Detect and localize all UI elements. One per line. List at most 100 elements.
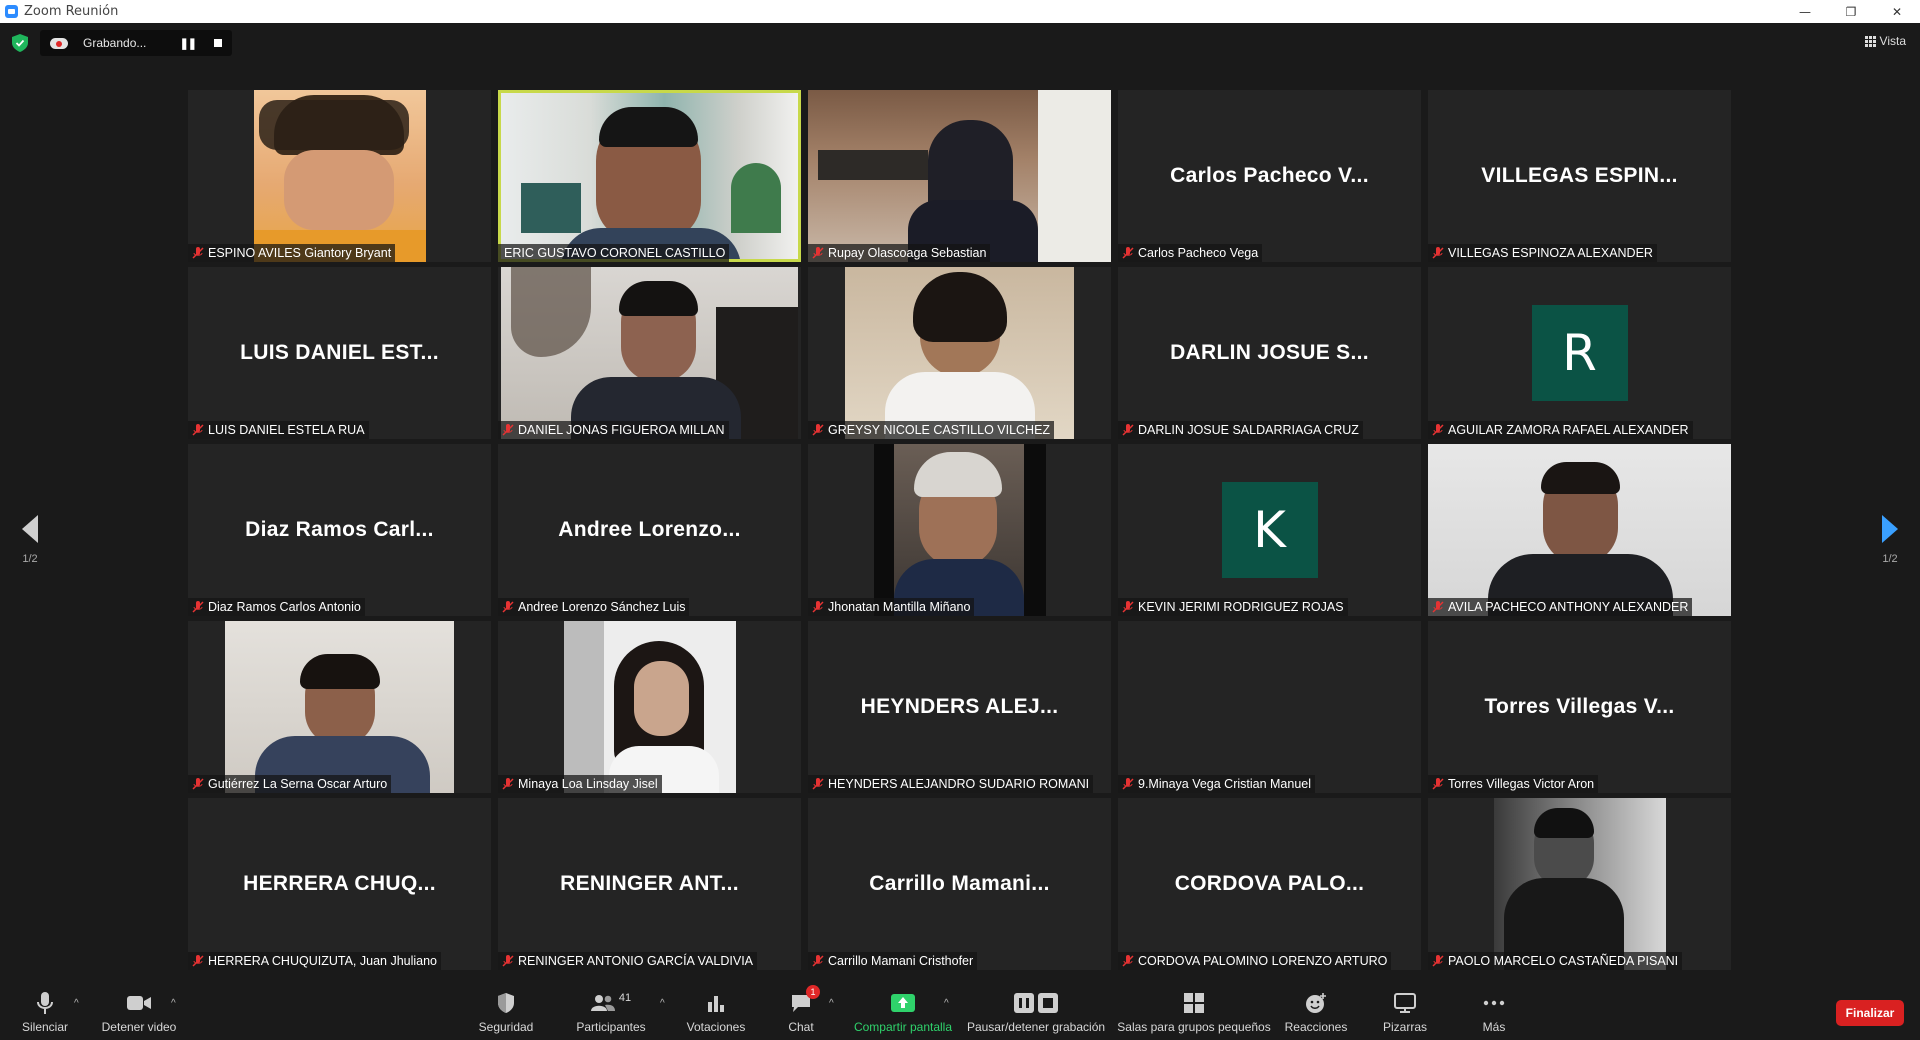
previous-page-button[interactable]: 1/2 [15, 515, 45, 565]
audio-options-caret-icon[interactable]: ^ [74, 998, 79, 1009]
participant-tile[interactable]: VILLEGAS ESPIN... VILLEGAS ESPINOZA ALEX… [1428, 90, 1731, 262]
participant-tile[interactable]: Rupay Olascoaga Sebastian [808, 90, 1111, 262]
participant-tile[interactable]: 9.Minaya Vega Cristian Manuel [1118, 621, 1421, 793]
participant-name: DANIEL JONAS FIGUEROA MILLAN [518, 423, 725, 437]
participant-video [501, 267, 798, 439]
share-screen-arrow-icon [891, 990, 915, 1016]
meeting-topbar: Grabando... ❚❚ Vista [0, 23, 1920, 63]
share-screen-button[interactable]: Compartir pantalla [851, 978, 955, 1040]
muted-mic-icon [191, 954, 205, 968]
stop-recording-icon[interactable] [214, 39, 222, 47]
participant-tile[interactable]: ESPINO AVILES Giantory Bryant [188, 90, 491, 262]
participant-name: Carlos Pacheco Vega [1138, 246, 1259, 260]
reactions-label: Reacciones [1284, 1020, 1348, 1034]
next-page-button[interactable]: 1/2 [1875, 515, 1905, 565]
encryption-shield-icon[interactable] [12, 34, 28, 52]
muted-mic-icon [1121, 954, 1135, 968]
window-title: Zoom Reunión [24, 4, 119, 19]
whiteboards-button[interactable]: Pizarras [1378, 978, 1432, 1040]
participant-tile[interactable]: Carlos Pacheco V... Carlos Pacheco Vega [1118, 90, 1421, 262]
microphone-icon [36, 990, 54, 1016]
participant-tile[interactable]: Torres Villegas V... Torres Villegas Vic… [1428, 621, 1731, 793]
participant-tile[interactable]: CORDOVA PALO... CORDOVA PALOMINO LORENZO… [1118, 798, 1421, 970]
polls-bar-chart-icon [706, 990, 726, 1016]
participants-button[interactable]: 41 Participantes [574, 978, 648, 1040]
polls-button[interactable]: Votaciones [686, 978, 746, 1040]
participant-tile[interactable]: Andree Lorenzo... Andree Lorenzo Sánchez… [498, 444, 801, 616]
participant-name: ESPINO AVILES Giantory Bryant [208, 246, 392, 260]
minimize-button[interactable]: — [1782, 0, 1828, 23]
participant-tile[interactable]: HEYNDERS ALEJ... HEYNDERS ALEJANDRO SUDA… [808, 621, 1111, 793]
participant-tile[interactable]: Carrillo Mamani... Carrillo Mamani Crist… [808, 798, 1111, 970]
participant-tile[interactable]: HERRERA CHUQ... HERRERA CHUQUIZUTA, Juan… [188, 798, 491, 970]
participant-tile[interactable]: AVILA PACHECO ANTHONY ALEXANDER [1428, 444, 1731, 616]
participant-display-name: HERRERA CHUQ... [243, 872, 436, 895]
participant-display-name: Andree Lorenzo... [558, 518, 741, 541]
muted-mic-icon [501, 954, 515, 968]
security-label: Seguridad [478, 1020, 534, 1034]
close-button[interactable]: ✕ [1874, 0, 1920, 23]
pause-stop-recording-button[interactable]: Pausar/detener grabación [966, 978, 1106, 1040]
participant-tile[interactable]: RENINGER ANT... RENINGER ANTONIO GARCÍA … [498, 798, 801, 970]
stop-video-button[interactable]: Detener video [100, 978, 178, 1040]
participant-video [564, 621, 736, 793]
end-meeting-button[interactable]: Finalizar [1836, 1000, 1904, 1026]
reactions-button[interactable]: Reacciones [1284, 978, 1348, 1040]
mute-button[interactable]: Silenciar [22, 978, 68, 1040]
participant-video [254, 90, 426, 262]
chat-bubble-icon: 1 [790, 985, 820, 1016]
participant-display-name: DARLIN JOSUE S... [1170, 341, 1369, 364]
muted-mic-icon [1121, 777, 1135, 791]
video-options-caret-icon[interactable]: ^ [171, 998, 176, 1009]
participant-tile[interactable]: DANIEL JONAS FIGUEROA MILLAN [498, 267, 801, 439]
muted-mic-icon [501, 777, 515, 791]
participant-tile[interactable]: Jhonatan Mantilla Miñano [808, 444, 1111, 616]
more-button[interactable]: Más [1476, 978, 1512, 1040]
participant-tile[interactable]: R AGUILAR ZAMORA RAFAEL ALEXANDER [1428, 267, 1731, 439]
arrow-left-icon [22, 515, 38, 543]
page-indicator-left: 1/2 [22, 553, 38, 565]
arrow-right-icon [1882, 515, 1898, 543]
window-titlebar: Zoom Reunión — ❐ ✕ [0, 0, 1920, 23]
participant-video [808, 90, 1111, 262]
participant-tile[interactable]: Minaya Loa Linsday Jisel [498, 621, 801, 793]
mute-label: Silenciar [21, 1020, 69, 1034]
chat-label: Chat [788, 1020, 814, 1034]
muted-mic-icon [1431, 246, 1445, 260]
muted-mic-icon [811, 777, 825, 791]
meeting-controls-toolbar: Silenciar ^ Detener video ^ Seguridad 41… [0, 978, 1920, 1040]
chat-button[interactable]: 1 Chat [781, 978, 821, 1040]
polls-label: Votaciones [686, 1020, 746, 1034]
participant-tile[interactable]: Gutiérrez La Serna Oscar Arturo [188, 621, 491, 793]
share-screen-label: Compartir pantalla [853, 1020, 953, 1034]
view-button[interactable]: Vista [1864, 34, 1906, 48]
participant-tile[interactable]: K KEVIN JERIMI RODRIGUEZ ROJAS [1118, 444, 1421, 616]
whiteboards-label: Pizarras [1382, 1020, 1427, 1034]
pause-recording-icon[interactable]: ❚❚ [180, 37, 197, 50]
participant-tile[interactable]: LUIS DANIEL EST... LUIS DANIEL ESTELA RU… [188, 267, 491, 439]
breakout-rooms-button[interactable]: Salas para grupos pequeños [1117, 978, 1271, 1040]
muted-mic-icon [501, 423, 515, 437]
restore-button[interactable]: ❐ [1828, 0, 1874, 23]
participant-tile[interactable]: GREYSY NICOLE CASTILLO VILCHEZ [808, 267, 1111, 439]
security-button[interactable]: Seguridad [478, 978, 534, 1040]
participant-tile[interactable]: PAOLO MARCELO CASTAÑEDA PISANI [1428, 798, 1731, 970]
chat-options-caret-icon[interactable]: ^ [829, 998, 834, 1009]
participant-video [1494, 798, 1666, 970]
participant-tile[interactable]: DARLIN JOSUE S... DARLIN JOSUE SALDARRIA… [1118, 267, 1421, 439]
muted-mic-icon [1431, 777, 1445, 791]
participant-video [501, 93, 798, 259]
share-options-caret-icon[interactable]: ^ [944, 998, 949, 1009]
stop-video-label: Detener video [101, 1020, 177, 1034]
participant-display-name: CORDOVA PALO... [1174, 872, 1365, 895]
participant-tile-active-speaker[interactable]: ERIC GUSTAVO CORONEL CASTILLO [498, 90, 801, 262]
participant-tile[interactable]: Diaz Ramos Carl... Diaz Ramos Carlos Ant… [188, 444, 491, 616]
muted-mic-icon [811, 423, 825, 437]
participants-label: Participantes [576, 1020, 646, 1034]
participant-display-name: Torres Villegas V... [1484, 695, 1675, 718]
participant-display-name: HEYNDERS ALEJ... [860, 695, 1059, 718]
participant-video [1428, 444, 1731, 616]
participant-video [845, 267, 1074, 439]
participant-name: LUIS DANIEL ESTELA RUA [208, 423, 365, 437]
participants-options-caret-icon[interactable]: ^ [660, 998, 665, 1009]
